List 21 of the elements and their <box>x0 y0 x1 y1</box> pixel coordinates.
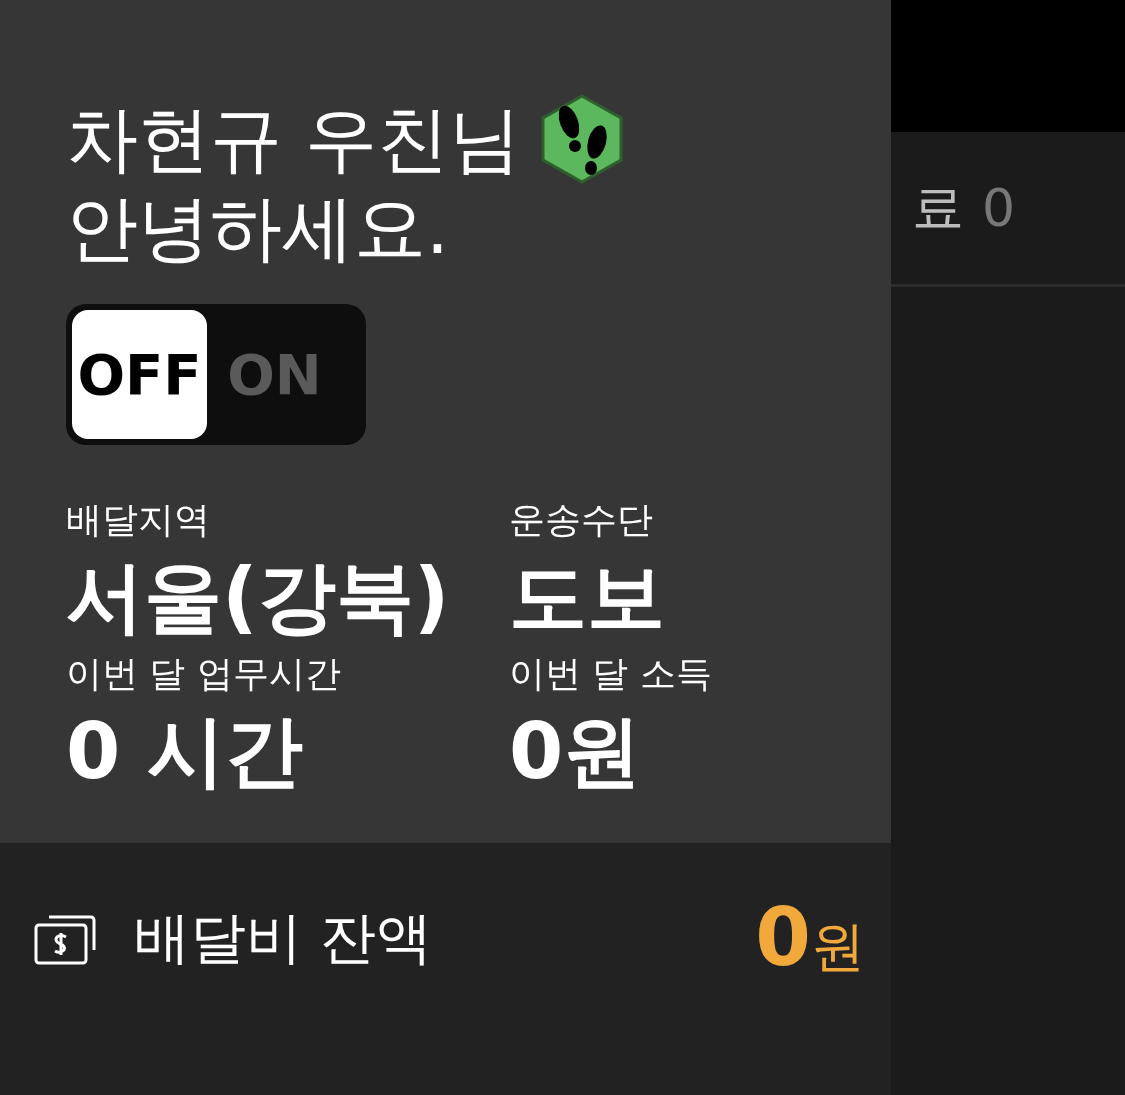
stat-value: 도보 <box>509 551 666 644</box>
footprints-badge-icon <box>540 94 623 184</box>
greeting-text: 안녕하세요. <box>66 186 450 270</box>
balance-amount: 0 <box>755 901 811 975</box>
status-label: 료 <box>912 176 964 239</box>
stat-value: 0 시간 <box>66 705 305 798</box>
on-label: ON <box>226 341 323 409</box>
stat-label: 운송수단 <box>509 498 654 542</box>
stat-value: 0원 <box>509 705 643 798</box>
money-icon <box>34 913 96 965</box>
work-toggle[interactable]: OFF ON <box>66 304 366 445</box>
stat-label: 이번 달 소득 <box>509 652 713 696</box>
stat-label: 이번 달 업무시간 <box>66 652 342 696</box>
balance-label: 배달비 잔액 <box>134 904 433 972</box>
balance-row[interactable]: 배달비 잔액 0원 <box>0 843 891 1095</box>
status-count: 0 <box>982 178 1016 238</box>
stat-value: 서울(강북) <box>66 551 451 644</box>
currency-unit: 원 <box>811 914 865 980</box>
user-name: 차현규 우친님 <box>66 96 521 183</box>
stat-label: 배달지역 <box>66 498 211 542</box>
off-label: OFF <box>72 310 207 439</box>
